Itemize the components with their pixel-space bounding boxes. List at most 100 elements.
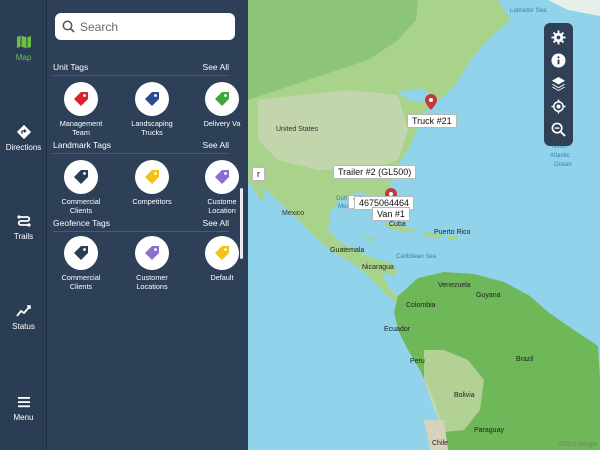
nav-rail: Map Directions Trails Status Menu <box>0 0 47 450</box>
map-view[interactable]: Labrador Sea United States Mexico Gulf o… <box>248 0 600 450</box>
section-title: Geofence Tags <box>53 218 111 228</box>
tag-management-team[interactable]: Management Team <box>48 82 114 137</box>
zoom-button[interactable] <box>549 120 568 139</box>
tag-icon <box>145 92 159 106</box>
settings-button[interactable] <box>549 28 568 47</box>
map-icon <box>16 35 31 49</box>
map-label: Colombia <box>406 302 436 309</box>
map-label: Puerto Rico <box>434 229 471 236</box>
tag-icon <box>215 92 229 106</box>
zoom-icon <box>551 122 566 137</box>
layers-button[interactable] <box>549 74 568 93</box>
panel-scrollbar[interactable] <box>240 188 243 259</box>
tag-icon-circle <box>64 236 98 270</box>
tag-label: Commercial <box>61 273 101 282</box>
info-button[interactable] <box>549 51 568 70</box>
tag-icon-circle <box>205 236 239 270</box>
nav-label-directions: Directions <box>5 143 42 152</box>
tag-competitors[interactable]: Competitors <box>119 160 185 206</box>
map-label: Brazil <box>516 356 534 363</box>
map-copyright: ©2023 Google <box>558 442 597 448</box>
tag-icon-circle <box>135 160 169 194</box>
section-landmark-tags: Landmark Tags See All <box>53 140 229 154</box>
see-all-link[interactable]: See All <box>203 218 229 228</box>
see-all-link[interactable]: See All <box>203 140 229 150</box>
tags-panel: Unit Tags See All Management Team Landsc… <box>47 0 248 450</box>
map-label: Cuba <box>389 221 406 228</box>
tag-icon <box>145 246 159 260</box>
tag-label: Clients <box>69 282 93 291</box>
tag-icon-circle <box>205 82 239 116</box>
directions-icon <box>16 124 31 140</box>
info-icon <box>551 53 566 68</box>
tag-label: Management <box>59 119 103 128</box>
nav-item-menu[interactable]: Menu <box>0 394 47 422</box>
section-unit-tags: Unit Tags See All <box>53 62 229 76</box>
tag-label: Landscaping <box>131 119 173 128</box>
trails-icon <box>16 215 31 227</box>
locate-icon <box>551 99 566 114</box>
section-geofence-tags: Geofence Tags See All <box>53 218 229 232</box>
map-label: Caribbean Sea <box>396 254 437 260</box>
tag-icon-circle <box>205 160 239 194</box>
tag-landscaping-trucks[interactable]: Landscaping Trucks <box>119 82 185 137</box>
tag-label: Commercial <box>61 197 101 206</box>
tag-icon <box>74 246 88 260</box>
nav-label-trails: Trails <box>13 232 34 241</box>
tag-label: Competitors <box>132 197 172 206</box>
tag-label: Delivery Va <box>203 119 241 128</box>
tag-label: Trucks <box>141 128 163 137</box>
tag-label: Team <box>72 128 90 137</box>
map-label: Bolivia <box>454 392 475 399</box>
see-all-link[interactable]: See All <box>203 62 229 72</box>
map-label: Peru <box>410 358 425 365</box>
tag-icon <box>145 170 159 184</box>
menu-icon <box>17 397 30 408</box>
tag-icon <box>74 170 88 184</box>
tag-commercial-clients[interactable]: Commercial Clients <box>48 160 114 215</box>
tag-icon <box>215 246 229 260</box>
locate-button[interactable] <box>549 97 568 116</box>
map-toolbar <box>544 23 573 146</box>
van-callout[interactable]: Van #1 <box>372 207 410 221</box>
truck-callout[interactable]: Truck #21 <box>407 114 457 128</box>
nav-item-status[interactable]: Status <box>0 303 47 331</box>
map-label: Atlantic <box>550 153 570 159</box>
settings-icon <box>551 30 566 45</box>
map-label: United States <box>276 126 319 133</box>
search-input[interactable] <box>80 19 220 34</box>
map-label: Paraguay <box>474 427 504 434</box>
nav-item-map[interactable]: Map <box>0 34 47 62</box>
tag-icon-circle <box>135 236 169 270</box>
truck-pin-icon[interactable] <box>425 94 437 110</box>
tag-commercial-clients-geofence[interactable]: Commercial Clients <box>48 236 114 291</box>
tag-label: Clients <box>69 206 93 215</box>
nav-label-map: Map <box>15 53 32 62</box>
tag-icon-circle <box>64 82 98 116</box>
tag-label: Customer <box>136 273 168 282</box>
map-label: Mexico <box>282 210 305 217</box>
tag-customer-locations-geofence[interactable]: Customer Locations <box>119 236 185 291</box>
nav-label-menu: Menu <box>13 413 34 422</box>
search-icon <box>62 20 75 33</box>
map-label: Guyana <box>476 292 501 299</box>
map-label: Labrador Sea <box>510 8 547 14</box>
map-label: Guatemala <box>330 247 365 254</box>
trailer-callout[interactable]: Trailer #2 (GL500) <box>333 165 417 179</box>
nav-item-directions[interactable]: Directions <box>0 124 47 152</box>
layers-icon <box>551 76 566 91</box>
tag-icon-circle <box>135 82 169 116</box>
partial-callout-r[interactable]: r <box>252 167 265 181</box>
nav-item-trails[interactable]: Trails <box>0 213 47 241</box>
search-box[interactable] <box>55 13 235 40</box>
tag-icon <box>74 92 88 106</box>
tag-icon <box>215 170 229 184</box>
section-title: Landmark Tags <box>53 140 111 150</box>
tag-delivery-vans[interactable]: Delivery Va <box>189 82 248 128</box>
status-icon <box>15 305 31 317</box>
map-label: Nicaragua <box>362 264 394 271</box>
tag-label: Default <box>210 273 234 282</box>
nav-label-status: Status <box>12 322 35 331</box>
section-title: Unit Tags <box>53 62 89 72</box>
map-label: Venezuela <box>438 282 471 289</box>
